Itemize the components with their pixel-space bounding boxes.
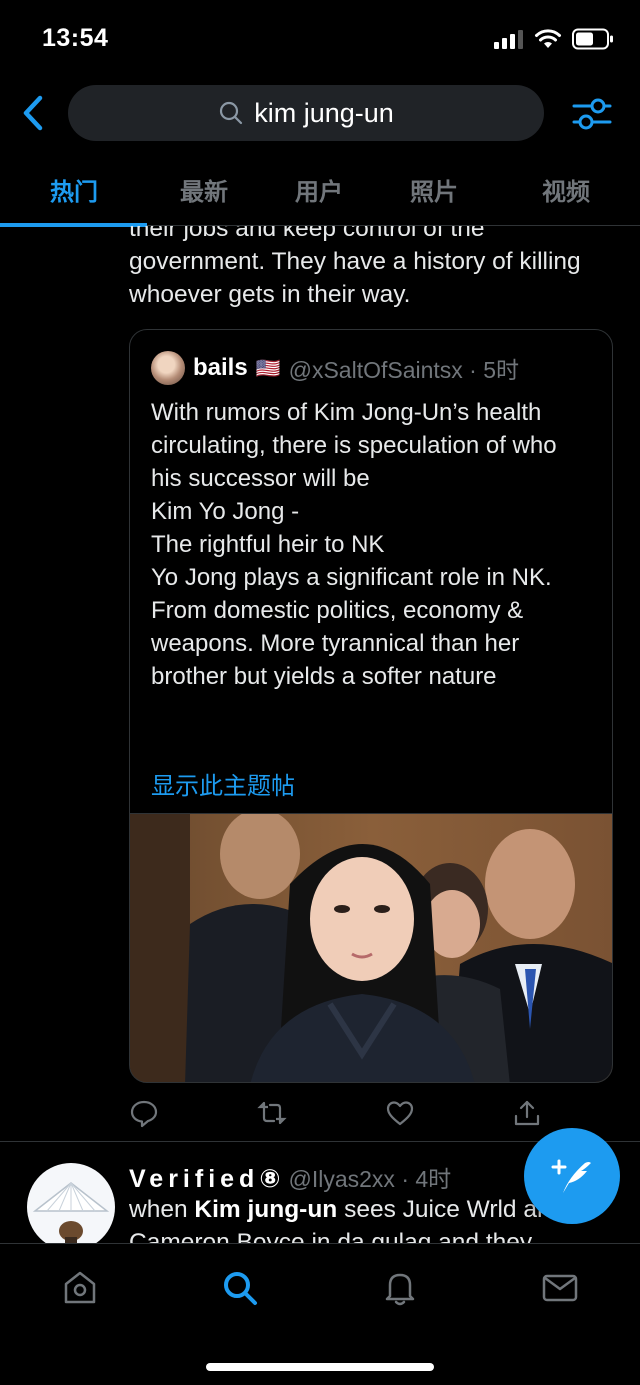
tab-photos[interactable]: 照片: [410, 172, 458, 207]
tab-top[interactable]: 热门: [50, 172, 98, 207]
back-arrow-icon[interactable]: [18, 94, 52, 132]
bottom-navigation: [0, 1243, 640, 1385]
tab-people[interactable]: 用户: [295, 172, 343, 207]
author-name: Verified⑧: [129, 1165, 281, 1193]
highlighted-query: Kim jung-un: [194, 1196, 338, 1223]
quoted-handle-time: @xSaltOfSaintsx · 5时: [288, 357, 520, 383]
photo-image: [130, 814, 612, 1082]
status-time: 13:54: [42, 24, 109, 52]
search-header: kim jung-un: [0, 80, 640, 146]
compose-button[interactable]: [524, 1128, 620, 1224]
messages-icon[interactable]: [540, 1268, 580, 1308]
tweet-text: their jobs and keep control of the gover…: [129, 226, 581, 308]
search-query: kim jung-un: [254, 97, 394, 128]
quoted-tweet[interactable]: bails 🇺🇸 @xSaltOfSaintsx · 5时 With rumor…: [129, 329, 613, 1083]
search-input[interactable]: kim jung-un: [68, 85, 544, 141]
quoted-tweet-photo[interactable]: [130, 813, 612, 1082]
tab-latest[interactable]: 最新: [180, 172, 228, 207]
name-badge: ⑧: [259, 1165, 281, 1193]
notifications-icon[interactable]: [380, 1268, 420, 1308]
flag-icon: 🇺🇸: [255, 357, 281, 380]
wifi-icon: [535, 29, 561, 48]
quoted-tweet-header: bails 🇺🇸 @xSaltOfSaintsx · 5时: [151, 350, 519, 386]
search-tabs: 热门 最新 用户 照片 视频: [0, 162, 640, 227]
search-icon: [220, 101, 243, 125]
battery-icon: [572, 28, 613, 50]
home-indicator: [206, 1363, 434, 1371]
status-bar: 13:54: [0, 0, 640, 76]
compose-icon: [551, 1159, 591, 1193]
like-icon[interactable]: [385, 1098, 415, 1128]
search-icon[interactable]: [220, 1268, 260, 1308]
search-results-feed[interactable]: their jobs and keep control of the gover…: [0, 226, 640, 1243]
avatar[interactable]: [151, 351, 185, 385]
signal-icon: [494, 30, 523, 49]
tweet-actions: [129, 1098, 549, 1128]
reply-icon[interactable]: [129, 1098, 159, 1128]
author-handle-time: @Ilyas2xx · 4时: [288, 1166, 452, 1192]
home-icon[interactable]: [60, 1268, 100, 1308]
filter-sliders-icon[interactable]: [572, 94, 612, 132]
tweet-header: Verified⑧ @Ilyas2xx · 4时: [129, 1160, 451, 1194]
tab-videos[interactable]: 视频: [542, 172, 590, 207]
retweet-icon[interactable]: [257, 1098, 287, 1128]
show-thread-link[interactable]: 显示此主题帖: [151, 766, 295, 801]
quoted-tweet-text: With rumors of Kim Jong-Un’s health circ…: [151, 399, 557, 690]
status-icons: [494, 28, 614, 50]
share-icon[interactable]: [512, 1098, 542, 1128]
avatar[interactable]: [27, 1163, 115, 1243]
quoted-author-name: bails: [193, 354, 248, 381]
